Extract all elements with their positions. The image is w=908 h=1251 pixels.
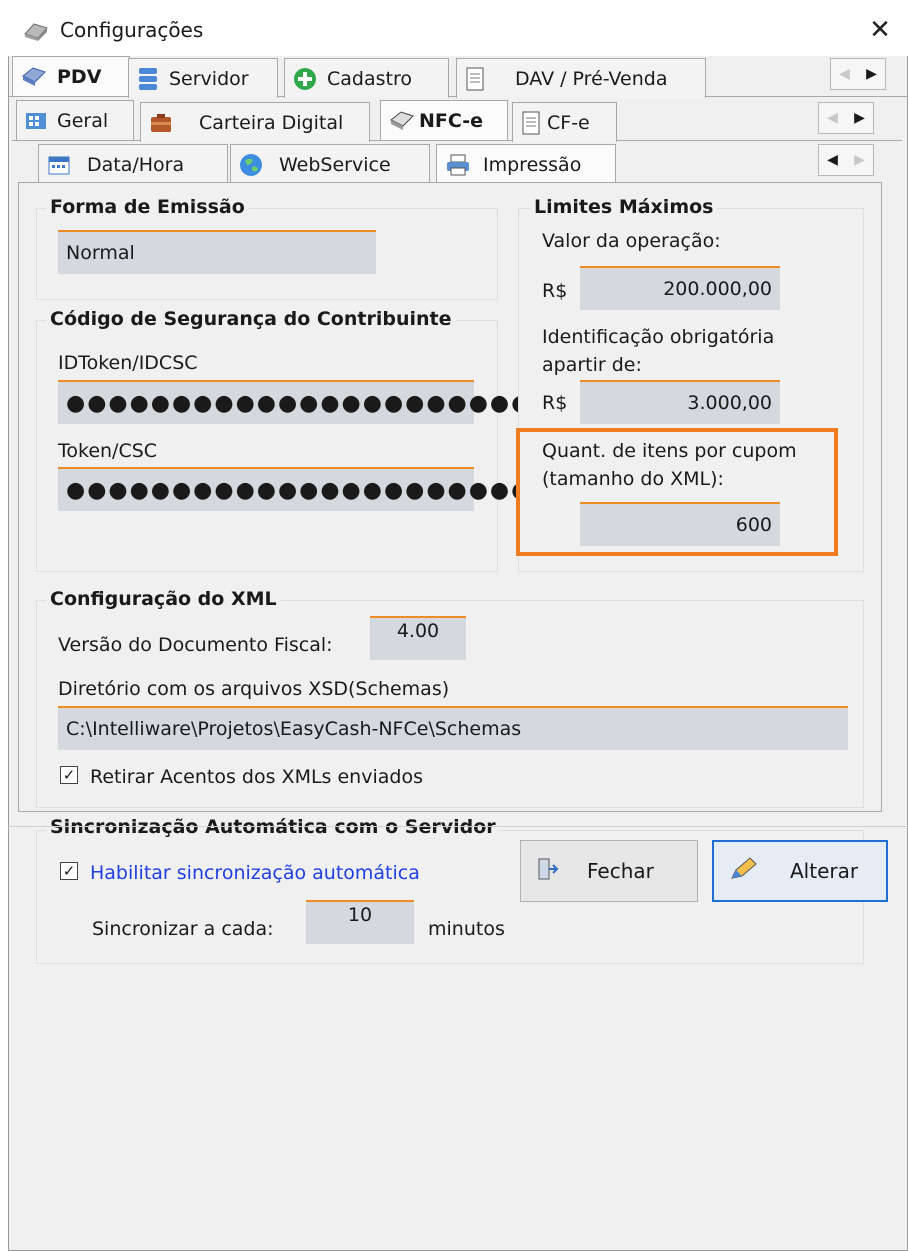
acentos-label: Retirar Acentos dos XMLs enviados [90, 766, 423, 788]
tab-data-hora[interactable]: Data/Hora [38, 144, 228, 184]
check-icon: ✓ [62, 862, 76, 880]
wallet-icon [151, 113, 171, 132]
tab-carteira[interactable]: Carteira Digital [140, 102, 370, 142]
tab-geral[interactable]: Geral [16, 100, 134, 140]
diretorio-label: Diretório com os arquivos XSD(Schemas) [58, 678, 450, 700]
document-icon [522, 111, 540, 134]
scroll-right-icon[interactable]: ▶ [846, 103, 873, 133]
tab-geral-label: Geral [57, 109, 109, 132]
itens-field[interactable]: 600 [580, 502, 780, 546]
idtoken-label: IDToken/IDCSC [58, 352, 198, 374]
pdv-icon [22, 66, 46, 86]
tab-impressao[interactable]: Impressão [436, 144, 616, 184]
fechar-label: Fechar [587, 859, 654, 883]
tab-cadastro-label: Cadastro [327, 67, 412, 90]
ident-label-line2: apartir de: [542, 354, 642, 376]
printer-icon [447, 154, 469, 175]
calendar-icon [48, 156, 70, 174]
add-icon [294, 67, 316, 90]
limites-title: Limites Máximos [530, 196, 718, 218]
sync-interval-label: Sincronizar a cada: [92, 918, 274, 940]
tab-nfce-label: NFC-e [419, 109, 484, 132]
alterar-label: Alterar [790, 859, 859, 883]
document-icon [466, 67, 484, 90]
window-title: Configurações [60, 18, 204, 42]
habilitar-checkbox[interactable]: ✓ [60, 862, 78, 880]
pencil-icon [728, 856, 758, 887]
tab-webservice[interactable]: WebService [230, 144, 430, 184]
forma-emissao-field[interactable]: Normal [58, 230, 376, 274]
fechar-button[interactable]: Fechar [520, 840, 698, 902]
tab-pdv[interactable]: PDV [12, 56, 130, 96]
csc-title: Código de Segurança do Contribuinte [46, 308, 456, 330]
token-field[interactable]: ●●●●●●●●●●●●●●●●●●●●●●●●●●●●●●● [58, 467, 721, 511]
tabs-level2-scroller[interactable]: ◀ ▶ [818, 102, 874, 134]
tab-cfe-label: CF-e [547, 111, 590, 134]
tabs-level3-scroller[interactable]: ◀ ▶ [818, 144, 874, 176]
valor-operacao-field[interactable]: 200.000,00 [580, 266, 780, 310]
token-label: Token/CSC [58, 440, 158, 462]
tab-dav[interactable]: DAV / Pré-Venda [456, 58, 706, 98]
tab-dav-label: DAV / Pré-Venda [515, 67, 668, 90]
sync-unit-label: minutos [428, 918, 505, 940]
tab-servidor[interactable]: Servidor [128, 58, 278, 98]
scroll-right-icon[interactable]: ▶ [846, 145, 873, 175]
versao-field[interactable]: 4.00 [370, 616, 466, 660]
ident-currency: R$ [542, 392, 568, 414]
exit-door-icon [537, 857, 559, 886]
valor-operacao-label: Valor da operação: [542, 230, 721, 252]
close-button[interactable]: ✕ [862, 12, 898, 48]
itens-label-line2: (tamanho do XML): [542, 468, 724, 490]
versao-label: Versão do Documento Fiscal: [58, 634, 333, 656]
tab-data-hora-label: Data/Hora [87, 153, 185, 176]
idtoken-field[interactable]: ●●●●●●●●●●●●●●●●●●●●●●●●●● [58, 380, 615, 424]
valor-currency: R$ [542, 280, 568, 302]
sync-title: Sincronização Automática com o Servidor [46, 816, 500, 838]
tabs-level1-scroller[interactable]: ◀ ▶ [830, 58, 886, 90]
settings-grid-icon [26, 112, 46, 129]
app-icon [22, 18, 50, 42]
scroll-left-icon[interactable]: ◀ [819, 103, 846, 133]
acentos-checkbox[interactable]: ✓ [60, 766, 78, 784]
alterar-button[interactable]: Alterar [712, 840, 888, 902]
sync-interval-field[interactable]: 10 [306, 900, 414, 944]
ident-label-line1: Identificação obrigatória [542, 326, 775, 348]
tab-impressao-label: Impressão [483, 153, 582, 176]
tab-cadastro[interactable]: Cadastro [284, 58, 449, 98]
check-icon: ✓ [62, 766, 76, 784]
tab-carteira-label: Carteira Digital [199, 111, 344, 134]
nfce-icon [390, 110, 414, 130]
globe-icon [240, 153, 262, 176]
diretorio-field[interactable]: C:\Intelliware\Projetos\EasyCash-NFCe\Sc… [58, 706, 848, 750]
tab-pdv-label: PDV [57, 65, 102, 88]
forma-emissao-title: Forma de Emissão [46, 196, 249, 218]
tab-cfe[interactable]: CF-e [512, 102, 617, 142]
tab-webservice-label: WebService [279, 153, 391, 176]
ident-field[interactable]: 3.000,00 [580, 380, 780, 424]
scroll-left-icon[interactable]: ◀ [819, 145, 846, 175]
tab-servidor-label: Servidor [169, 67, 249, 90]
xml-title: Configuração do XML [46, 588, 281, 610]
server-icon [139, 67, 157, 90]
scroll-left-icon[interactable]: ◀ [831, 59, 858, 89]
tab-nfce[interactable]: NFC-e [380, 100, 508, 140]
habilitar-label[interactable]: Habilitar sincronização automática [90, 858, 420, 888]
itens-label-line1: Quant. de itens por cupom [542, 440, 797, 462]
bottom-separator [8, 826, 908, 827]
scroll-right-icon[interactable]: ▶ [858, 59, 885, 89]
